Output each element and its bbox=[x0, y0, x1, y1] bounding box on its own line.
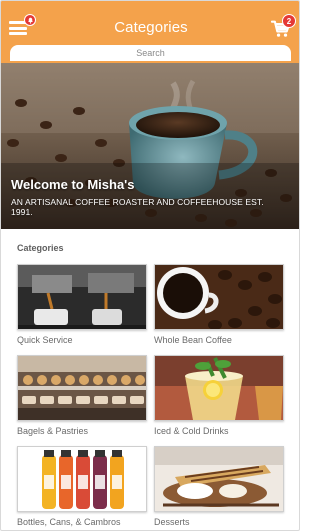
app-frame: Categories 2 Search Welcome to Misha's A… bbox=[0, 0, 300, 531]
category-label-desserts: Desserts bbox=[154, 517, 190, 527]
categories-heading: Categories bbox=[17, 243, 64, 253]
category-label-bottles-cans-cambros: Bottles, Cans, & Cambros bbox=[17, 517, 121, 527]
juice-bottles-image bbox=[18, 447, 146, 511]
pastry-case-image bbox=[18, 356, 146, 420]
category-tile-bagels-pastries[interactable] bbox=[17, 355, 147, 421]
dessert-image bbox=[155, 447, 283, 511]
category-label-whole-bean-coffee: Whole Bean Coffee bbox=[154, 335, 232, 345]
category-tile-desserts[interactable] bbox=[154, 446, 284, 512]
hero-title: Welcome to Misha's bbox=[11, 177, 135, 192]
page-title: Categories bbox=[114, 19, 188, 36]
cart-count-badge: 2 bbox=[282, 14, 296, 28]
hero-subtitle: AN ARTISANAL COFFEE ROASTER AND COFFEEHO… bbox=[11, 197, 264, 217]
coffee-beans-image bbox=[155, 265, 283, 329]
category-label-bagels-pastries: Bagels & Pastries bbox=[17, 426, 89, 436]
category-tile-whole-bean-coffee[interactable] bbox=[154, 264, 284, 330]
espresso-machine-image bbox=[18, 265, 146, 329]
category-label-iced-cold-drinks: Iced & Cold Drinks bbox=[154, 426, 229, 436]
category-tile-iced-cold-drinks[interactable] bbox=[154, 355, 284, 421]
top-app-bar: Categories 2 bbox=[1, 1, 299, 63]
iced-drink-image bbox=[155, 356, 283, 420]
category-tile-bottles-cans-cambros[interactable] bbox=[17, 446, 147, 512]
category-label-quick-service: Quick Service bbox=[17, 335, 73, 345]
search-input[interactable] bbox=[10, 45, 291, 61]
category-tile-quick-service[interactable] bbox=[17, 264, 147, 330]
